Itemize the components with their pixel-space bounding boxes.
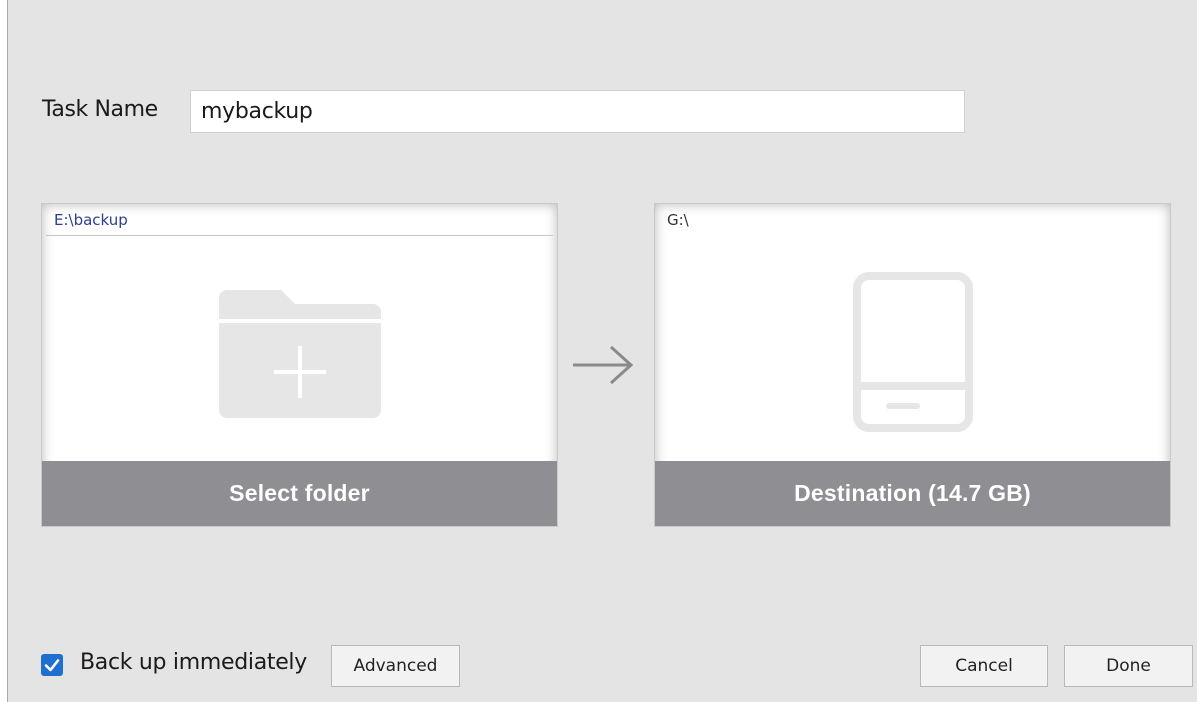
checkmark-icon: [44, 659, 60, 672]
source-path-divider: [46, 235, 553, 236]
drive-icon: [655, 244, 1170, 459]
backup-immediately-label: Back up immediately: [80, 650, 307, 675]
source-path: E:\backup: [54, 211, 128, 229]
task-name-label: Task Name: [42, 97, 158, 122]
select-folder-button[interactable]: Select folder: [42, 461, 557, 526]
destination-card[interactable]: G:\ Destination (14.7 GB): [654, 203, 1171, 527]
advanced-button[interactable]: Advanced: [331, 645, 460, 687]
done-button[interactable]: Done: [1064, 645, 1193, 687]
arrow-right-icon: [573, 345, 634, 385]
source-folder-card[interactable]: E:\backup Select folder: [41, 203, 558, 527]
destination-path: G:\: [667, 211, 689, 229]
destination-button[interactable]: Destination (14.7 GB): [655, 461, 1170, 526]
backup-task-dialog: Task Name E:\backup Select folder G:\: [7, 0, 1197, 702]
task-name-input[interactable]: [190, 90, 965, 133]
folder-add-icon: [42, 244, 557, 459]
backup-immediately-checkbox[interactable]: [41, 654, 63, 676]
cancel-button[interactable]: Cancel: [920, 645, 1048, 687]
